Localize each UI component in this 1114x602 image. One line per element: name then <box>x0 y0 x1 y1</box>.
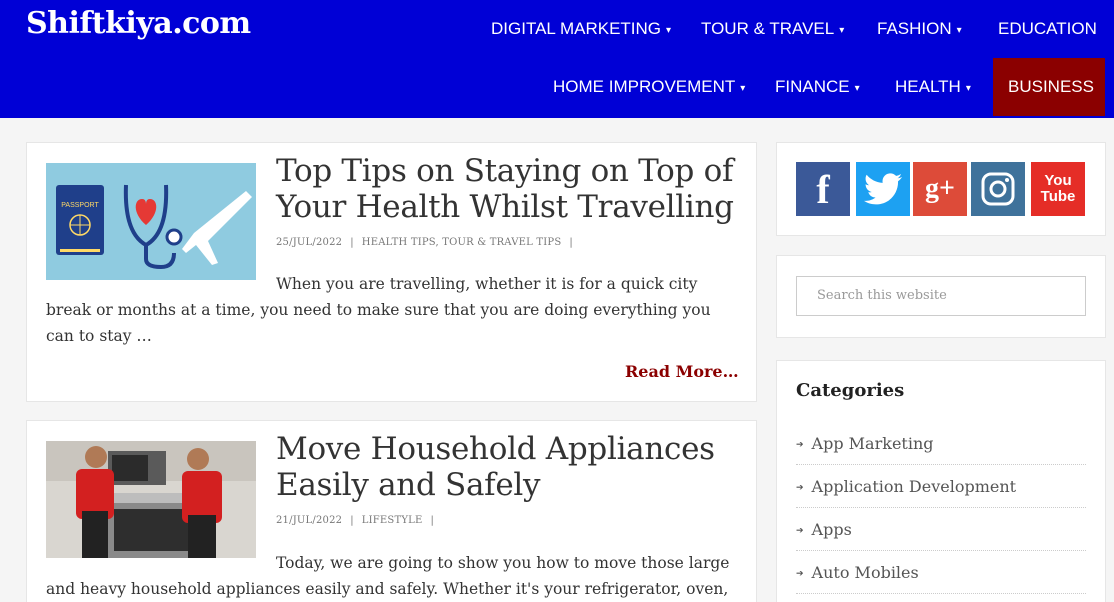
chevron-down-icon: ▾ <box>956 25 962 36</box>
post-title[interactable]: Move Household Appliances Easily and Saf… <box>276 431 736 503</box>
post-categories[interactable]: LIFESTYLE <box>362 515 423 526</box>
site-logo[interactable]: Shiftkiya.com <box>26 6 251 41</box>
passport-label: PASSPORT <box>61 202 99 209</box>
post-meta: 21/JUL/2022 | LIFESTYLE | <box>276 515 435 526</box>
nav-tour-travel[interactable]: TOUR & TRAVEL ▾ <box>686 0 859 58</box>
chevron-down-icon: ▾ <box>839 25 845 36</box>
category-item[interactable]: ➔ App Marketing <box>796 422 1086 465</box>
nav-education[interactable]: EDUCATION <box>983 0 1112 58</box>
post-title[interactable]: Top Tips on Staying on Top of Your Healt… <box>276 153 736 225</box>
nav-home-improvement[interactable]: HOME IMPROVEMENT ▾ <box>538 58 760 116</box>
nav-fashion[interactable]: FASHION ▾ <box>862 0 977 58</box>
post-date: 25/JUL/2022 <box>276 237 343 248</box>
movers-appliance-image[interactable] <box>46 441 256 558</box>
post-excerpt: When you are travelling, whether it is f… <box>46 275 711 345</box>
post-categories[interactable]: HEALTH TIPS, TOUR & TRAVEL TIPS <box>362 237 562 248</box>
arrow-right-icon: ➔ <box>796 569 804 579</box>
post-meta: 25/JUL/2022 | HEALTH TIPS, TOUR & TRAVEL T… <box>276 237 573 248</box>
search-input[interactable]: Search this website <box>796 276 1086 316</box>
nav-business[interactable]: BUSINESS <box>993 58 1105 116</box>
instagram-icon[interactable] <box>971 162 1025 216</box>
passport-stethoscope-plane-image[interactable]: PASSPORT <box>46 163 256 280</box>
category-item[interactable]: ➔ Application Development <box>796 465 1086 508</box>
facebook-icon[interactable]: f <box>796 162 850 216</box>
read-more-link[interactable]: Read More… <box>625 362 739 381</box>
google-plus-icon[interactable]: g+ <box>913 162 967 216</box>
site-header: Shiftkiya.com DIGITAL MARKETING ▾ TOUR & … <box>0 0 1114 118</box>
post-date: 21/JUL/2022 <box>276 515 343 526</box>
nav-digital-marketing[interactable]: DIGITAL MARKETING ▾ <box>476 0 686 58</box>
chevron-down-icon: ▾ <box>740 83 746 94</box>
category-item[interactable]: ➔ Auto Mobiles <box>796 551 1086 594</box>
nav-finance[interactable]: FINANCE ▾ <box>760 58 875 116</box>
arrow-right-icon: ➔ <box>796 440 804 450</box>
arrow-right-icon: ➔ <box>796 526 804 536</box>
post-excerpt: Today, we are going to show you how to m… <box>46 554 730 598</box>
category-item[interactable]: ➔ Apps <box>796 508 1086 551</box>
twitter-icon[interactable] <box>856 162 910 216</box>
chevron-down-icon: ▾ <box>666 25 672 36</box>
youtube-icon[interactable]: You Tube <box>1031 162 1085 216</box>
chevron-down-icon: ▾ <box>854 83 860 94</box>
chevron-down-icon: ▾ <box>965 83 971 94</box>
arrow-right-icon: ➔ <box>796 483 804 493</box>
categories-title: Categories <box>796 380 905 401</box>
nav-health[interactable]: HEALTH ▾ <box>880 58 986 116</box>
